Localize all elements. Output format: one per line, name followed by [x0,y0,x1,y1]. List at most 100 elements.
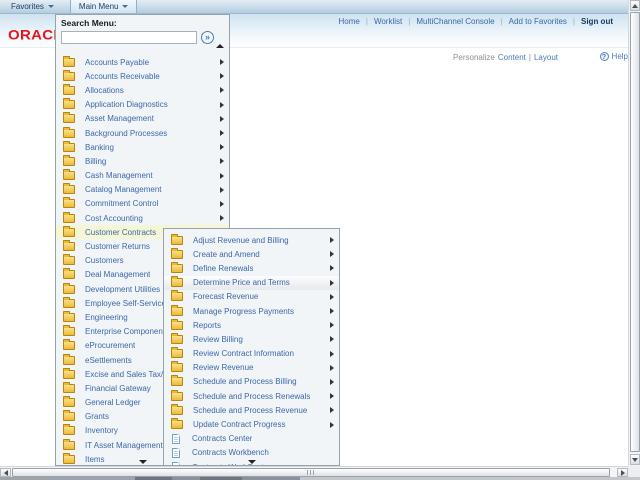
menu-item-label: Accounts Payable [85,58,149,67]
menu-item-label: Commitment Control [85,199,158,208]
submenu-item[interactable]: Update Contract Progress [164,417,339,431]
menu-item-label: Inventory [85,426,118,435]
menu-item[interactable]: Commitment Control [56,197,229,211]
submenu-item[interactable]: Create and Amend [164,247,339,261]
nav-link-add-to-favorites[interactable]: Add to Favorites [509,17,567,26]
submenu-item-label: Determine Price and Terms [193,278,290,287]
folder-icon [63,412,75,421]
menu-item-label: Financial Gateway [85,384,151,393]
nav-link-multichannel-console[interactable]: MultiChannel Console [416,17,494,26]
menu-tab-bar: Favorites Main Menu [0,0,628,14]
submenu-item-label: Contracts Workbench [192,448,269,457]
folder-icon [63,143,75,152]
search-go-icon[interactable]: » [201,31,214,44]
nav-link-home[interactable]: Home [339,17,360,26]
submenu-item[interactable]: Contracts Center [164,432,339,446]
submenu-arrow-icon [330,265,334,271]
nav-link-worklist[interactable]: Worklist [374,17,402,26]
submenu-arrow-icon [330,336,334,342]
nav-separator: | [529,53,531,62]
menu-item-label: Customer Contracts [85,228,156,237]
submenu-item[interactable]: Forecast Revenue [164,290,339,304]
menu-item[interactable]: Accounts Receivable [56,69,229,83]
chevron-down-icon [48,5,54,8]
menu-item-label: Billing [85,157,106,166]
personalize-label: Personalize [453,53,495,62]
nav-separator: | [366,17,368,26]
layout-link[interactable]: Layout [534,53,558,62]
submenu-item[interactable]: Schedule and Process Renewals [164,389,339,403]
tab-favorites[interactable]: Favorites [3,0,62,13]
menu-item[interactable]: Billing [56,154,229,168]
folder-icon [63,129,75,138]
menu-item-label: Items [85,455,105,464]
submenu-item[interactable]: Adjust Revenue and Billing [164,233,339,247]
customer-contracts-submenu-panel: Adjust Revenue and BillingCreate and Ame… [163,228,340,466]
folder-icon [63,157,75,166]
submenu-item[interactable]: Manage Progress Payments [164,304,339,318]
submenu-scroll-down-icon[interactable] [248,460,256,464]
scrollbar-left-button[interactable] [0,468,11,477]
submenu-arrow-icon [220,73,224,79]
help-link[interactable]: ? Help [600,52,628,61]
submenu-item[interactable]: Review Revenue [164,361,339,375]
scrollbar-up-button[interactable] [630,0,640,11]
horizontal-scrollbar[interactable] [0,466,628,477]
folder-icon [63,384,75,393]
submenu-item[interactable]: Review Billing [164,332,339,346]
question-circle-icon: ? [600,52,609,61]
menu-item-label: Engineering [85,313,128,322]
submenu-item[interactable]: Schedule and Process Billing [164,375,339,389]
submenu-item[interactable]: Reports [164,318,339,332]
menu-item[interactable]: Banking [56,140,229,154]
menu-item-label: Cost Accounting [85,214,143,223]
tab-main-menu-label: Main Menu [79,2,119,11]
menu-scroll-up-icon[interactable] [216,44,224,48]
submenu-item[interactable]: Determine Price and Terms [164,276,339,290]
menu-item[interactable]: Asset Management [56,112,229,126]
submenu-arrow-icon [220,173,224,179]
submenu-item[interactable]: Review Contract Information [164,347,339,361]
folder-icon [63,100,75,109]
submenu-arrow-icon [330,407,334,413]
menu-item[interactable]: Cost Accounting [56,211,229,225]
horizontal-scrollbar-thumb[interactable] [12,468,610,477]
menu-item[interactable]: Cash Management [56,169,229,183]
vertical-scrollbar[interactable] [628,0,640,466]
thumb-grip-icon [307,470,315,475]
menu-item[interactable]: Application Diagnostics [56,98,229,112]
folder-icon [171,264,183,273]
scrollbar-down-button[interactable] [630,454,640,465]
folder-icon [171,420,183,429]
tab-main-menu[interactable]: Main Menu [70,0,138,13]
folder-icon [63,370,75,379]
folder-icon [63,228,75,237]
submenu-item-label: Manage Progress Payments [193,307,294,316]
submenu-item-label: Schedule and Process Billing [193,377,297,386]
scroll-right-arrow-icon [621,470,625,476]
personalize-content-link[interactable]: Content [498,53,526,62]
folder-icon [63,242,75,251]
menu-item[interactable]: Accounts Payable [56,55,229,69]
folder-icon [63,185,75,194]
folder-icon [63,327,75,336]
menu-item-label: Catalog Management [85,185,162,194]
submenu-item[interactable]: Define Renewals [164,261,339,275]
scrollbar-right-button[interactable] [617,468,628,477]
submenu-arrow-icon [220,187,224,193]
folder-icon [63,58,75,67]
menu-search-input[interactable] [61,31,197,44]
submenu-arrow-icon [220,130,224,136]
menu-scroll-down-icon[interactable] [139,460,147,464]
menu-item[interactable]: Allocations [56,83,229,97]
sign-out-link[interactable]: Sign out [581,17,613,26]
document-icon [172,448,180,458]
submenu-item[interactable]: Contracts Workbench [164,446,339,460]
tab-favorites-label: Favorites [11,2,44,11]
submenu-item[interactable]: Schedule and Process Revenue [164,403,339,417]
menu-item-label: Enterprise Components [85,327,169,336]
menu-item-label: Customer Returns [85,242,150,251]
menu-item[interactable]: Catalog Management [56,183,229,197]
vertical-scrollbar-thumb[interactable] [630,12,640,452]
menu-item[interactable]: Background Processes [56,126,229,140]
